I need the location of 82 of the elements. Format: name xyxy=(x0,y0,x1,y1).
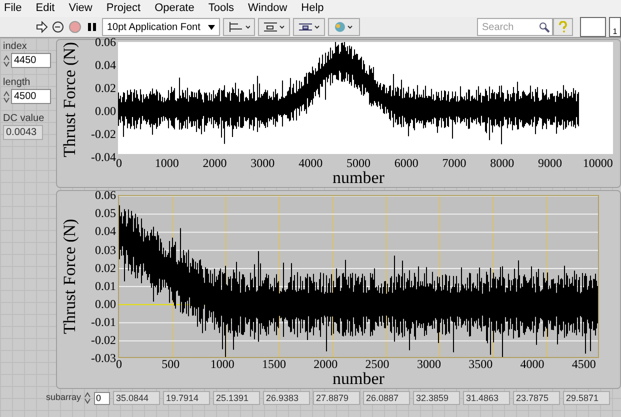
x-tick-label: 7000 xyxy=(441,157,468,170)
x-tick-label: 3000 xyxy=(250,157,276,170)
array-element: 25.1391 xyxy=(213,391,260,406)
y-tick-label: -0.01 xyxy=(91,314,116,329)
help-icon xyxy=(558,21,568,33)
y-tick-label: 0.02 xyxy=(95,81,116,96)
x-tick-label: 2000 xyxy=(202,157,228,170)
y-tick-label: 0.04 xyxy=(95,224,116,238)
y-tick-label: 0.06 xyxy=(95,188,116,202)
menu-item[interactable]: Tools xyxy=(208,0,234,17)
x-tick-label: 1000 xyxy=(209,358,236,372)
menu-item[interactable]: Window xyxy=(248,0,288,17)
y-axis-title: Thrust Force (N) xyxy=(61,42,78,158)
array-index-input[interactable]: 0 xyxy=(94,392,110,405)
resize-icon xyxy=(298,21,320,33)
y-tick-label: 0.02 xyxy=(95,260,116,275)
x-tick-label: 4000 xyxy=(298,157,324,170)
dropdown-caret-icon xyxy=(208,24,216,30)
array-element: 31.4863 xyxy=(463,391,510,406)
x-tick-label: 3500 xyxy=(468,358,494,372)
align-icon xyxy=(228,21,250,33)
x-tick-label: 3000 xyxy=(416,358,442,372)
x-tick-label: 6000 xyxy=(393,157,420,170)
y-tick-label: 0.00 xyxy=(95,296,116,311)
y-tick-label: 0.03 xyxy=(95,242,116,257)
y-tick-label: 0.05 xyxy=(95,206,116,220)
x-tick-label: 4000 xyxy=(519,358,546,372)
run-arrow-icon[interactable] xyxy=(36,21,48,33)
x-axis-title: number xyxy=(332,371,384,388)
array-element: 32.3859 xyxy=(413,391,460,406)
y-tick-label: 0.00 xyxy=(95,104,116,118)
x-axis-title: number xyxy=(332,170,384,188)
x-tick-label: 2000 xyxy=(312,358,339,372)
menu-item[interactable]: File xyxy=(4,0,22,17)
distribute-dropdown[interactable] xyxy=(258,18,290,36)
x-tick-label: 8000 xyxy=(489,157,516,170)
array-element: 19.7914 xyxy=(163,391,210,406)
array-element: 26.9383 xyxy=(263,391,310,406)
control-label: DC value xyxy=(3,112,46,125)
distribute-icon xyxy=(263,21,286,33)
numeric-input[interactable]: 4450 xyxy=(11,53,51,68)
x-tick-label: 9000 xyxy=(537,157,564,170)
menu-item[interactable]: Project xyxy=(106,0,141,17)
increment-arrows-icon[interactable] xyxy=(3,90,10,104)
array-label: subarray xyxy=(46,391,82,404)
increment-arrows-icon[interactable] xyxy=(84,391,92,406)
x-tick-label: 10000 xyxy=(582,157,614,170)
x-tick-label: 2500 xyxy=(364,358,390,372)
y-tick-label: -0.04 xyxy=(91,150,116,164)
x-tick-label: 500 xyxy=(160,358,181,372)
array-element: 35.0844 xyxy=(113,391,160,406)
font-dropdown[interactable]: 10pt Application Font xyxy=(102,18,220,36)
connector-pane: 1 xyxy=(609,17,621,37)
menu-item[interactable]: Operate xyxy=(154,0,194,17)
x-tick-label: 5000 xyxy=(345,157,372,170)
menu-item[interactable]: Help xyxy=(301,0,324,17)
menu-item[interactable]: View xyxy=(68,0,92,17)
align-dropdown[interactable] xyxy=(223,18,256,36)
numeric-input[interactable]: 4500 xyxy=(11,89,51,104)
y-tick-label: 0.04 xyxy=(95,58,116,72)
control-label: length xyxy=(3,76,32,89)
resize-dropdown[interactable] xyxy=(293,18,326,36)
menu-item[interactable]: Edit xyxy=(36,0,55,17)
array-element: 29.5871 xyxy=(563,391,610,406)
control-label: index xyxy=(3,40,28,53)
x-tick-label: 1500 xyxy=(260,358,287,372)
array-element: 26.0887 xyxy=(363,391,410,406)
y-tick-label: -0.03 xyxy=(91,351,116,366)
pause-icon[interactable] xyxy=(85,20,99,34)
search-field[interactable]: Search xyxy=(477,18,553,36)
numeric-indicator: 0.0043 xyxy=(3,125,43,140)
y-axis-title: Thrust Force (N) xyxy=(61,218,78,336)
array-element: 27.8879 xyxy=(313,391,360,406)
y-tick-label: -0.02 xyxy=(91,333,116,348)
reorder-icon xyxy=(333,21,356,33)
y-tick-label: 0.06 xyxy=(95,35,116,49)
y-tick-label: -0.02 xyxy=(91,127,116,142)
x-tick-label: 4500 xyxy=(570,358,597,372)
array-element: 23.7875 xyxy=(513,391,560,406)
x-tick-label: 1000 xyxy=(154,157,180,170)
increment-arrows-icon[interactable] xyxy=(3,54,10,68)
y-tick-label: 0.01 xyxy=(95,278,116,293)
